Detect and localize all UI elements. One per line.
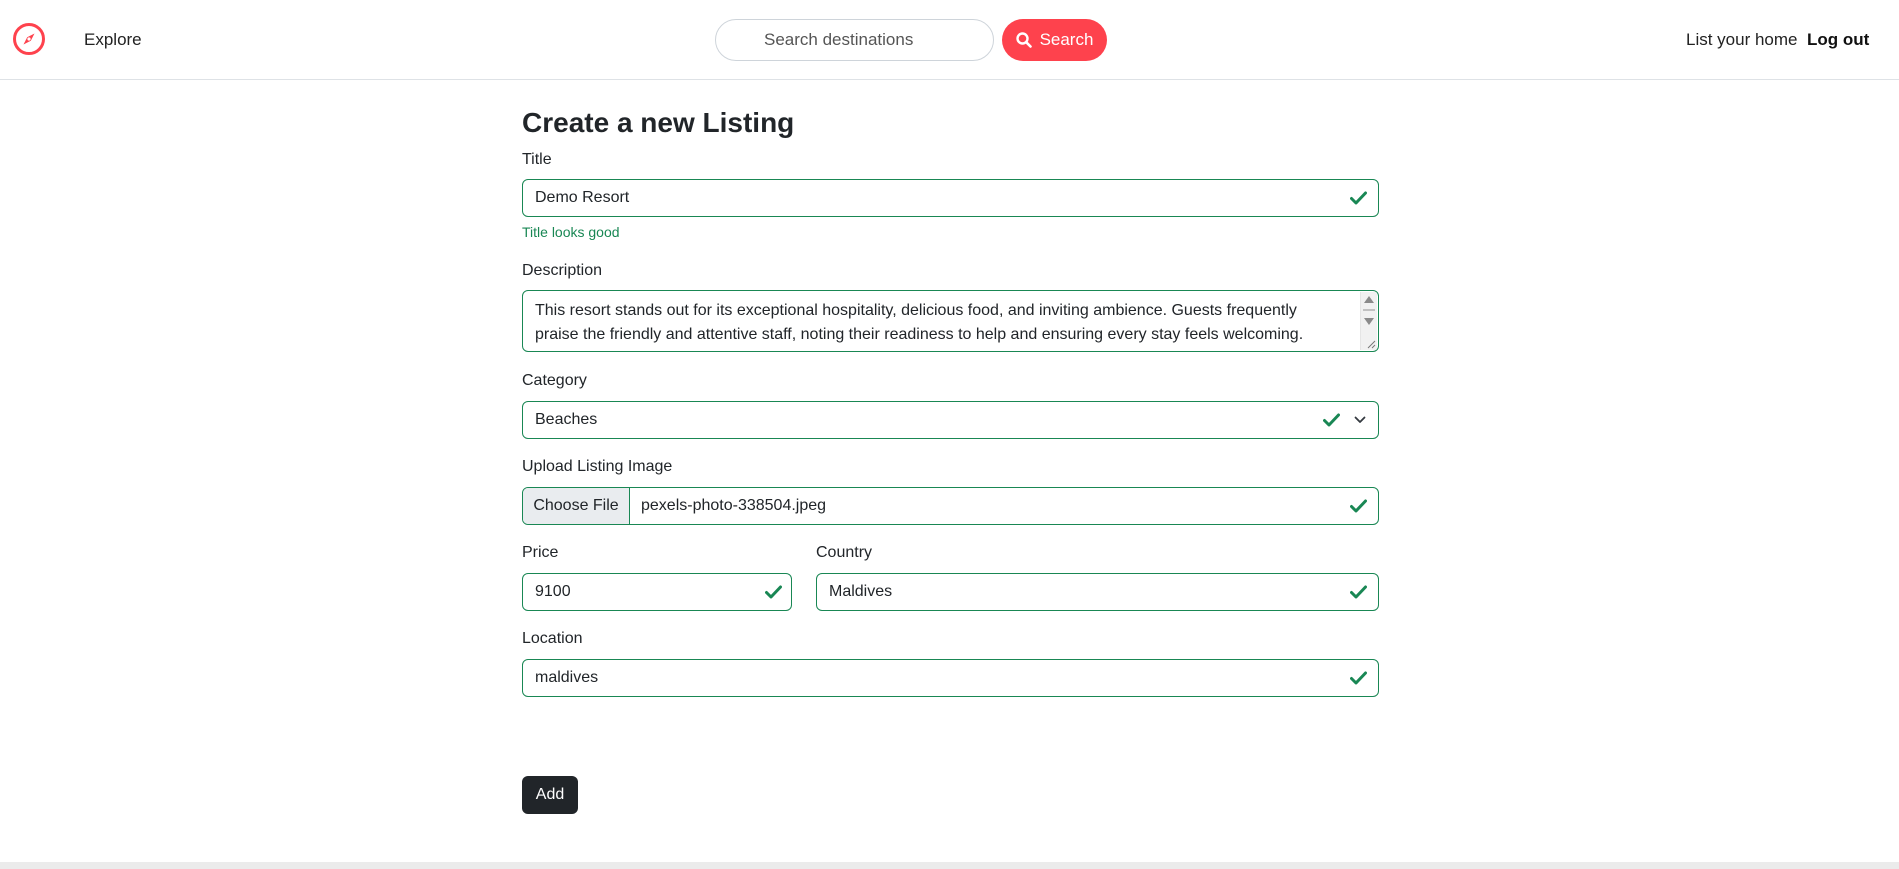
scroll-up-arrow-icon[interactable] bbox=[1364, 296, 1374, 303]
price-input[interactable]: 9100 bbox=[522, 573, 792, 611]
valid-check-icon bbox=[765, 585, 782, 599]
compass-icon[interactable] bbox=[12, 22, 46, 56]
page-title: Create a new Listing bbox=[522, 107, 795, 138]
scroll-down-arrow-icon[interactable] bbox=[1364, 318, 1374, 325]
description-value: This resort stands out for its exception… bbox=[535, 302, 1304, 343]
choose-file-button[interactable]: Choose File bbox=[523, 488, 630, 524]
add-button[interactable]: Add bbox=[522, 776, 578, 814]
country-input[interactable]: Maldives bbox=[816, 573, 1379, 611]
valid-check-icon bbox=[1323, 413, 1340, 427]
image-label: Upload Listing Image bbox=[522, 458, 673, 475]
title-input[interactable]: Demo Resort bbox=[522, 179, 1379, 217]
valid-check-icon bbox=[1350, 585, 1367, 599]
search-button[interactable]: Search bbox=[1002, 19, 1107, 61]
scroll-thumb[interactable] bbox=[1363, 309, 1375, 311]
location-input-value: maldives bbox=[535, 669, 599, 686]
valid-check-icon bbox=[1350, 191, 1367, 205]
search-input[interactable] bbox=[715, 19, 994, 61]
price-label: Price bbox=[522, 544, 559, 561]
image-file-input[interactable]: Choose File pexels-photo-338504.jpeg bbox=[522, 487, 1379, 525]
nav-logout-link[interactable]: Log out bbox=[1807, 30, 1869, 50]
valid-check-icon bbox=[1350, 499, 1367, 513]
title-valid-feedback: Title looks good bbox=[522, 224, 620, 240]
description-textarea[interactable]: This resort stands out for its exception… bbox=[522, 290, 1379, 352]
location-input[interactable]: maldives bbox=[522, 659, 1379, 697]
category-label: Category bbox=[522, 372, 587, 389]
search-icon bbox=[1015, 32, 1032, 48]
title-label: Title bbox=[522, 151, 552, 168]
title-input-value: Demo Resort bbox=[535, 189, 630, 206]
location-label: Location bbox=[522, 630, 583, 647]
nav-explore-link[interactable]: Explore bbox=[84, 30, 142, 50]
selected-file-name: pexels-photo-338504.jpeg bbox=[641, 497, 827, 514]
chevron-down-icon bbox=[1354, 416, 1366, 423]
resize-grip-icon[interactable] bbox=[1367, 340, 1376, 349]
valid-check-icon bbox=[1350, 671, 1367, 685]
country-input-value: Maldives bbox=[829, 583, 893, 600]
country-label: Country bbox=[816, 544, 873, 561]
search-button-label: Search bbox=[1039, 30, 1094, 49]
category-selected-value: Beaches bbox=[535, 411, 598, 428]
footer-divider bbox=[0, 862, 1899, 869]
description-label: Description bbox=[522, 262, 603, 279]
price-input-value: 9100 bbox=[535, 583, 571, 600]
navbar: Explore Search List your home Log out bbox=[0, 0, 1899, 80]
nav-list-your-home-link[interactable]: List your home bbox=[1686, 30, 1798, 50]
category-select[interactable]: Beaches bbox=[522, 401, 1379, 439]
